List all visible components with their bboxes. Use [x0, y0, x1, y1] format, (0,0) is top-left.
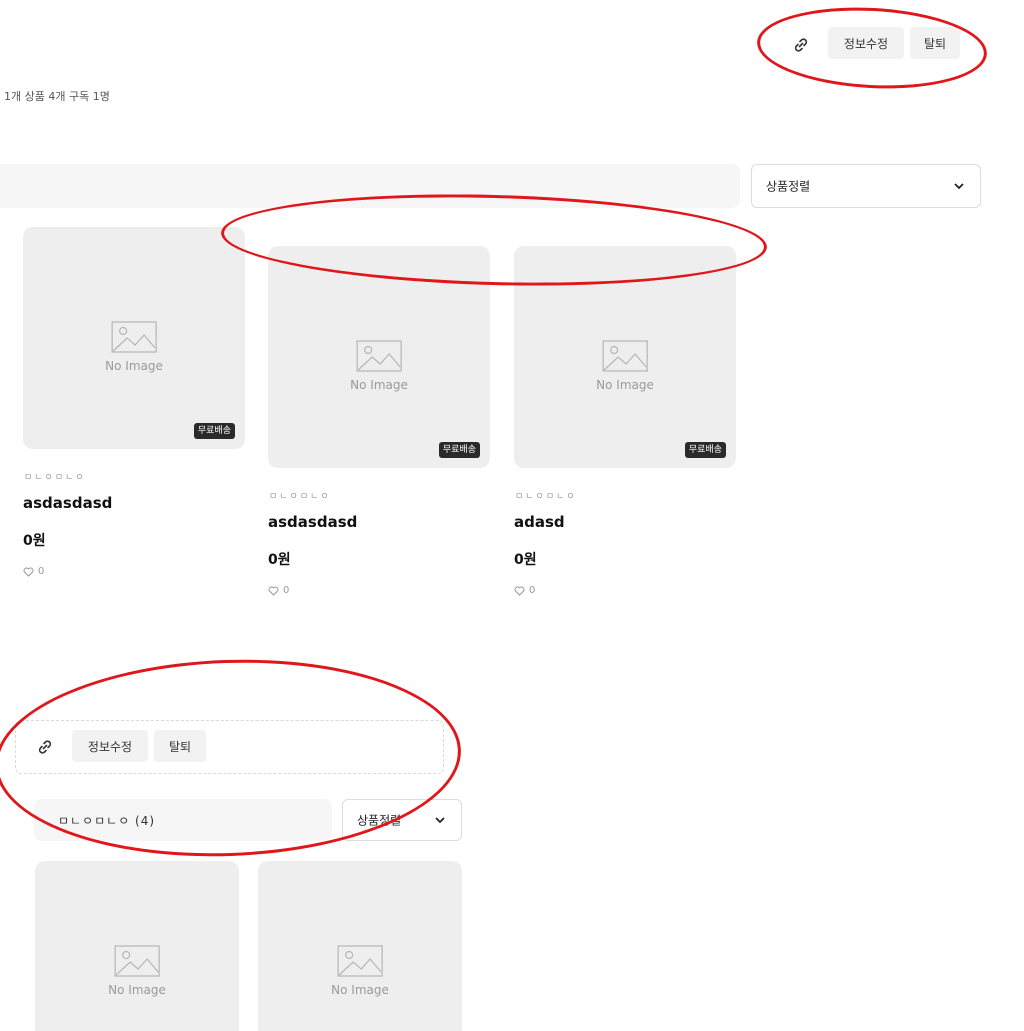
product-shop-name: ㅁㄴㅇㅁㄴㅇ [515, 492, 577, 502]
annotation-ellipse [755, 2, 989, 94]
likes-count: 0 [283, 585, 290, 596]
image-placeholder: No Image [105, 321, 163, 373]
product-name[interactable]: asdasdasd [268, 513, 357, 531]
product-likes[interactable]: 0 [514, 585, 535, 596]
product-image[interactable]: No Image 무료배송 [23, 227, 245, 449]
image-placeholder: No Image [331, 945, 389, 997]
product-image[interactable]: No Image [35, 861, 239, 1031]
chevron-down-icon [954, 179, 964, 193]
image-icon [111, 321, 157, 353]
chevron-down-icon [435, 813, 445, 827]
product-price: 0원 [268, 552, 291, 568]
image-placeholder: No Image [108, 945, 166, 997]
heart-icon [514, 586, 525, 596]
free-shipping-badge: 무료배송 [684, 442, 726, 458]
free-shipping-badge: 무료배송 [193, 423, 235, 439]
product-shop-name: ㅁㄴㅇㅁㄴㅇ [24, 473, 86, 483]
shop-stats: 1개 상품 4개 구독 1명 [4, 90, 110, 103]
heart-icon [23, 567, 34, 577]
heart-icon [268, 586, 279, 596]
product-shop-name: ㅁㄴㅇㅁㄴㅇ [269, 492, 331, 502]
image-placeholder: No Image [596, 340, 654, 392]
product-price: 0원 [514, 552, 537, 568]
image-icon [602, 340, 648, 372]
product-price: 0원 [23, 533, 46, 549]
likes-count: 0 [529, 585, 536, 596]
sort-label: 상품정렬 [766, 179, 811, 194]
image-placeholder: No Image [350, 340, 408, 392]
sort-select[interactable]: 상품정렬 [751, 164, 981, 208]
likes-count: 0 [38, 566, 45, 577]
image-icon [337, 945, 383, 977]
product-likes[interactable]: 0 [23, 566, 44, 577]
product-likes[interactable]: 0 [268, 585, 289, 596]
product-image[interactable]: No Image [258, 861, 462, 1031]
free-shipping-badge: 무료배송 [438, 442, 480, 458]
image-icon [114, 945, 160, 977]
product-name[interactable]: adasd [514, 513, 565, 531]
image-icon [356, 340, 402, 372]
product-name[interactable]: asdasdasd [23, 494, 112, 512]
